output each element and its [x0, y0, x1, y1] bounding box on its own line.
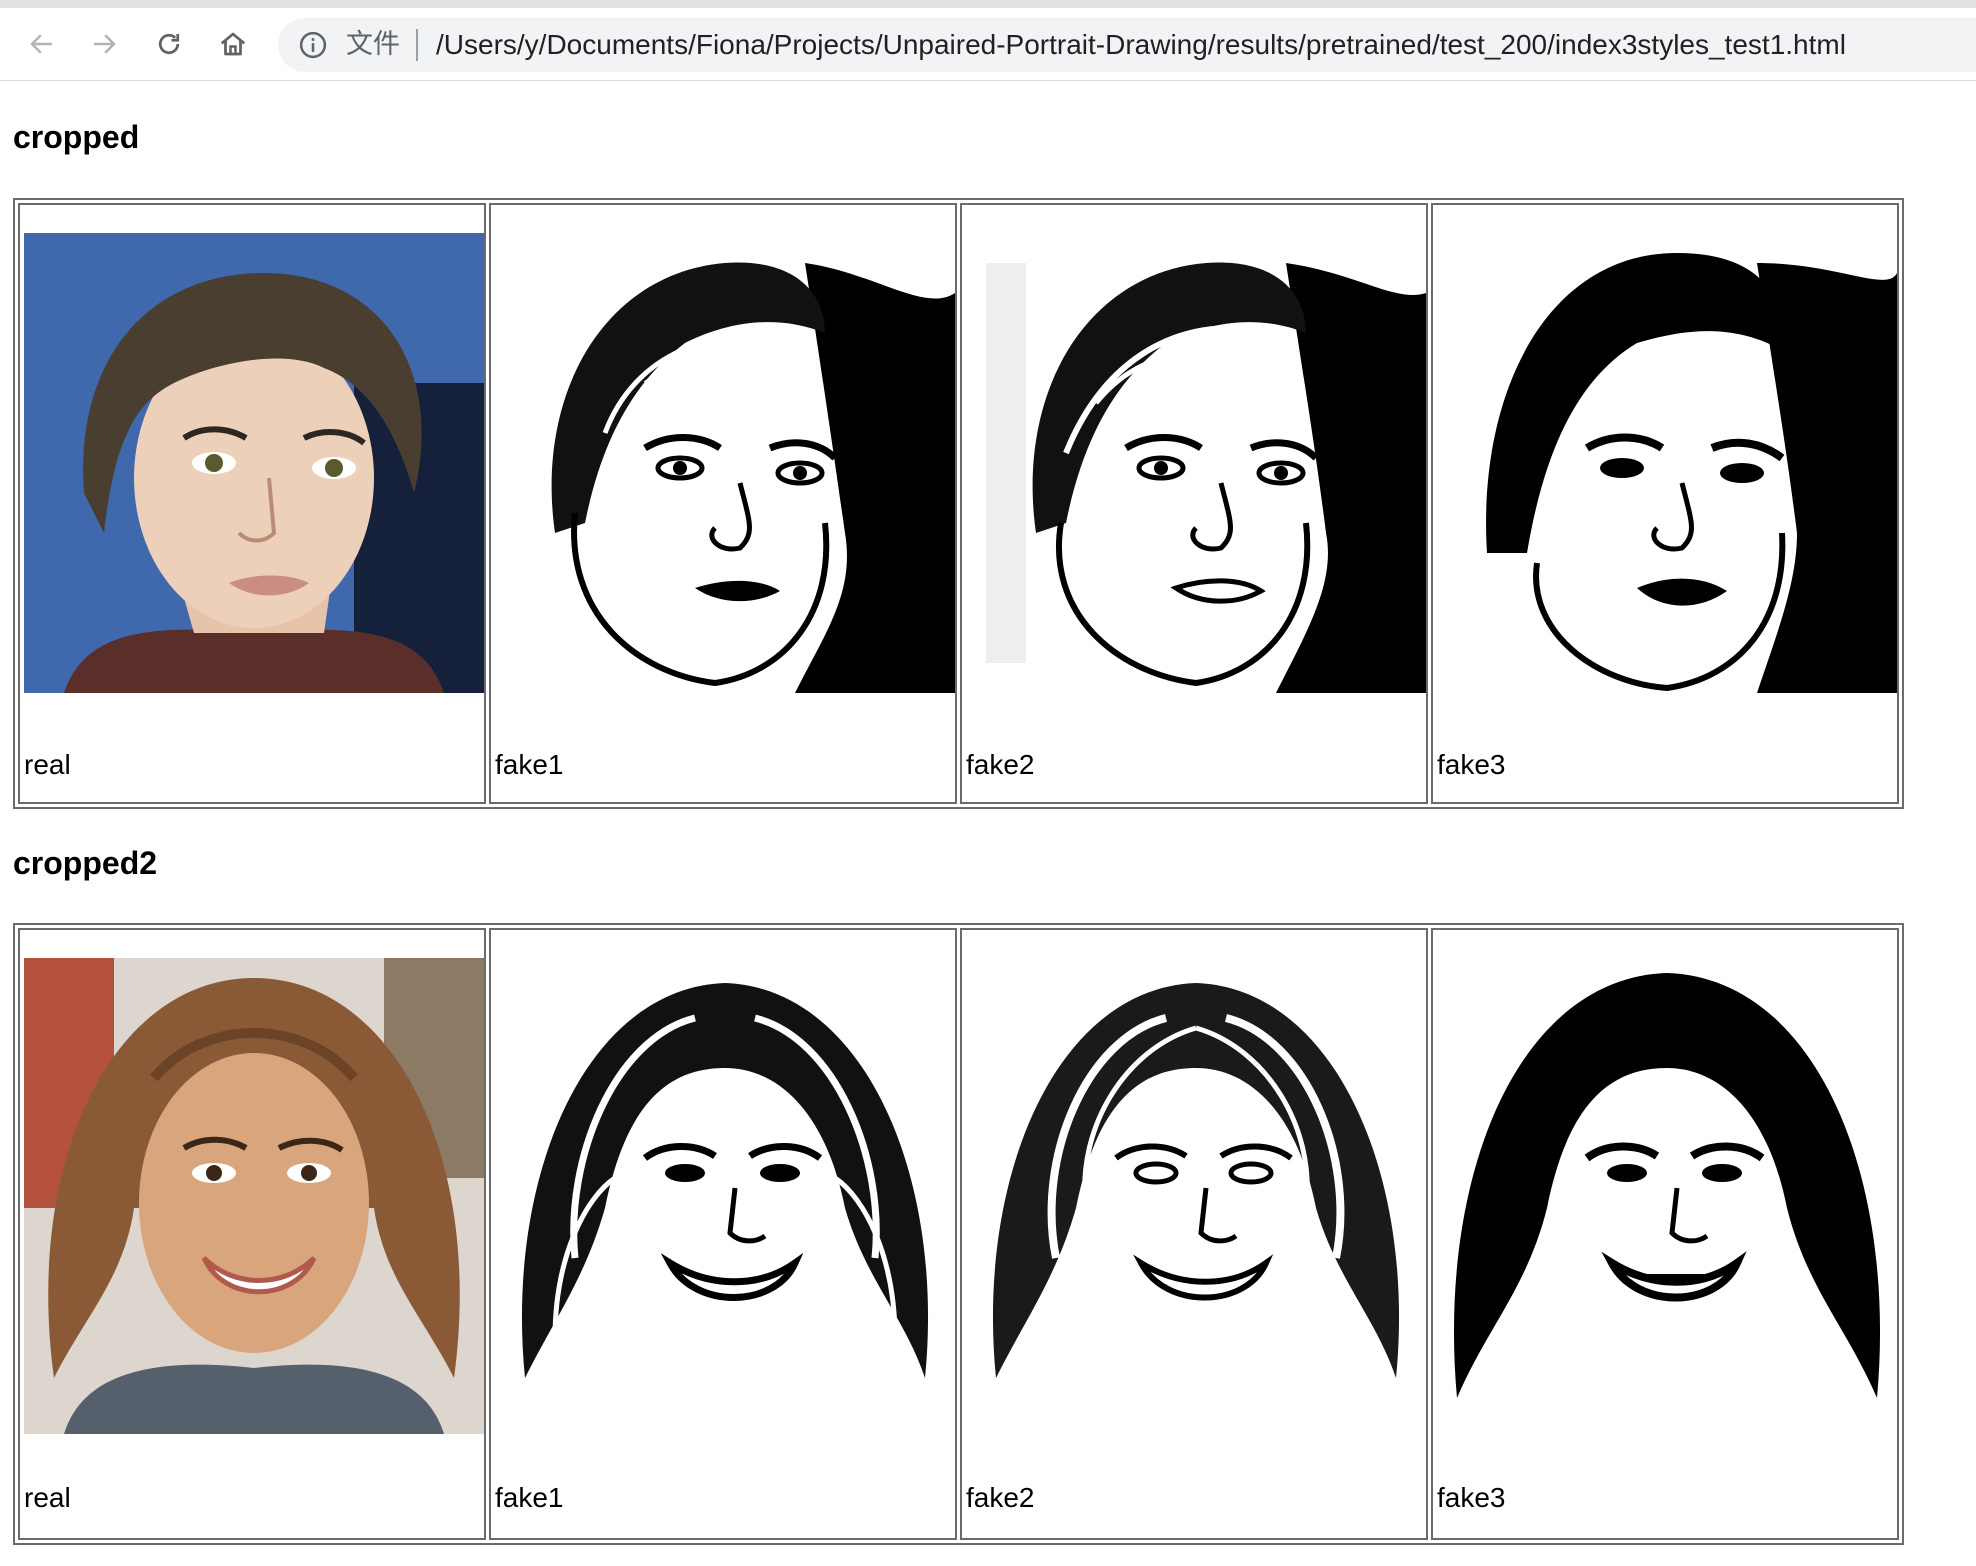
fake2-drawing-image — [966, 958, 1426, 1434]
fake2-drawing-image — [966, 233, 1426, 693]
portrait-image — [966, 233, 1426, 693]
section-title: cropped — [13, 119, 140, 155]
portrait-image — [24, 233, 484, 693]
portrait-image — [24, 958, 484, 1434]
portrait-image — [1437, 233, 1897, 693]
real-photo-image — [24, 958, 484, 1434]
reload-button[interactable] — [149, 24, 189, 64]
portrait-image — [1437, 958, 1897, 1434]
omnibox-divider — [416, 29, 418, 61]
url-text[interactable]: /Users/y/Documents/Fiona/Projects/Unpair… — [436, 26, 1846, 64]
cell-caption: real — [24, 1482, 71, 1513]
info-icon[interactable] — [298, 30, 328, 60]
portrait-image — [966, 958, 1426, 1434]
real-photo-image — [24, 233, 484, 693]
table-row: real fake1 fake2 fake3 — [18, 928, 1899, 1540]
address-bar[interactable]: 文件 /Users/y/Documents/Fiona/Projects/Unp… — [278, 18, 1976, 72]
scheme-label: 文件 — [346, 29, 400, 60]
portrait-image — [495, 958, 955, 1434]
result-cell: fake3 — [1431, 928, 1899, 1540]
forward-arrow-icon — [94, 34, 116, 54]
fake1-drawing-image — [495, 958, 955, 1434]
result-cell: real — [18, 203, 486, 804]
cell-caption: fake3 — [1437, 1482, 1506, 1513]
cell-caption: fake3 — [1437, 749, 1506, 780]
result-cell: fake2 — [960, 203, 1428, 804]
cell-caption: fake2 — [966, 1482, 1035, 1513]
cell-caption: fake1 — [495, 749, 564, 780]
result-cell: fake2 — [960, 928, 1428, 1540]
fake3-drawing-image — [1437, 233, 1897, 693]
home-icon — [220, 32, 246, 56]
result-cell: fake3 — [1431, 203, 1899, 804]
result-cell: fake1 — [489, 928, 957, 1540]
home-button[interactable] — [213, 24, 253, 64]
results-table: real fake1 fake2 fake3 — [13, 923, 1904, 1545]
cell-caption: fake2 — [966, 749, 1035, 780]
table-row: real fake1 fake2 fake3 — [18, 203, 1899, 804]
portrait-image — [495, 233, 955, 693]
result-cell: fake1 — [489, 203, 957, 804]
cell-caption: real — [24, 749, 71, 780]
forward-button[interactable] — [84, 24, 124, 64]
browser-top-strip — [0, 0, 1976, 8]
reload-icon — [158, 33, 180, 55]
section-title: cropped2 — [13, 845, 158, 881]
result-cell: real — [18, 928, 486, 1540]
browser-toolbar: 文件 /Users/y/Documents/Fiona/Projects/Unp… — [0, 8, 1976, 81]
cell-caption: fake1 — [495, 1482, 564, 1513]
fake1-drawing-image — [495, 233, 955, 693]
back-button[interactable] — [22, 24, 62, 64]
results-table: real fake1 fake2 fake3 — [13, 198, 1904, 809]
back-arrow-icon — [30, 34, 52, 54]
page-content: cropped real fake1 fake2 fake3 cropped2 … — [0, 81, 1976, 1566]
fake3-drawing-image — [1437, 958, 1897, 1434]
